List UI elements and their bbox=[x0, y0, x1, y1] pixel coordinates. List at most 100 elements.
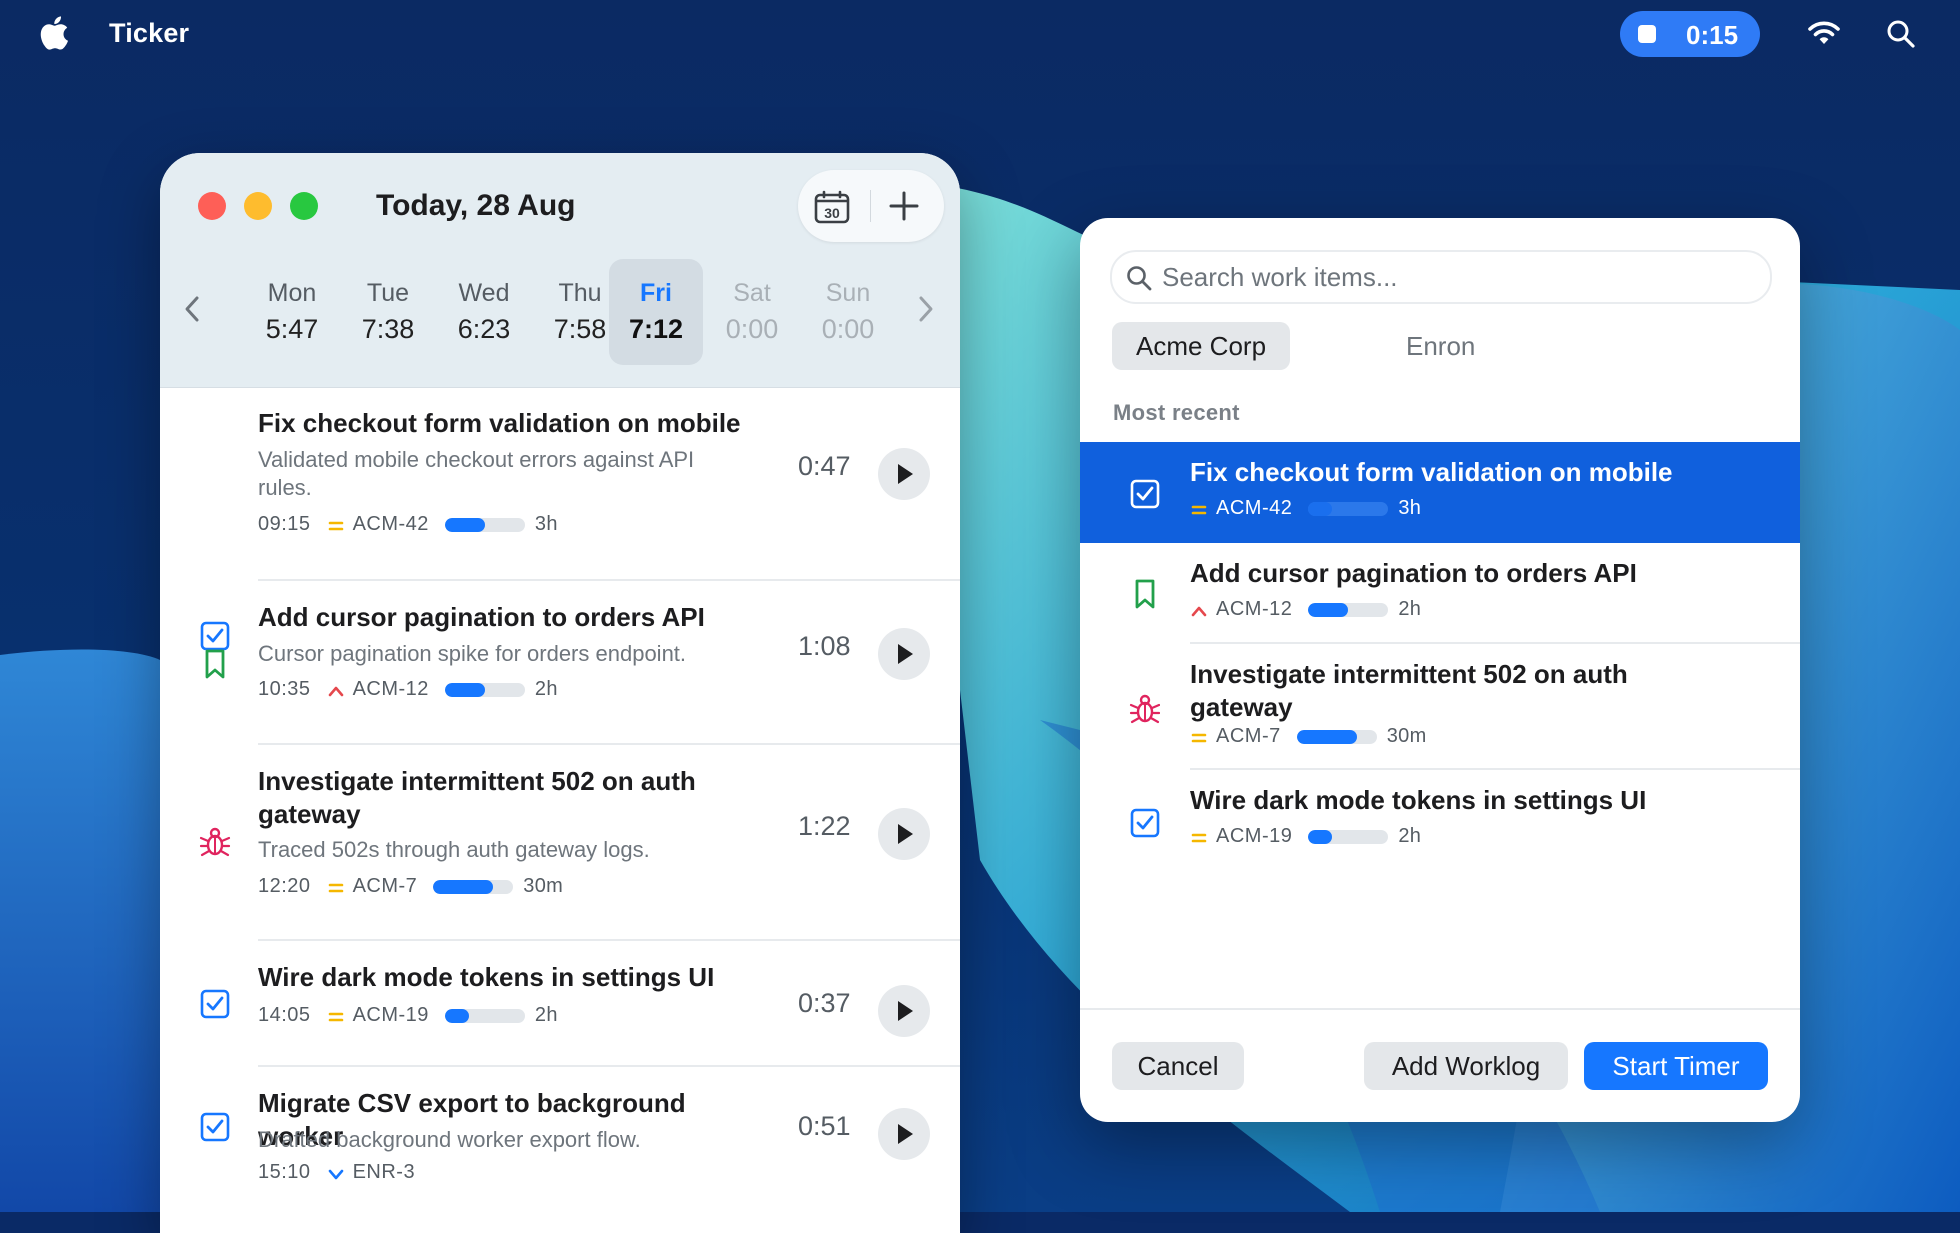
issue-key[interactable]: ACM-42 bbox=[353, 513, 429, 536]
start-timer-button[interactable]: Start Timer bbox=[1584, 1042, 1768, 1090]
day-name: Tue bbox=[366, 279, 410, 307]
zoom-window-button[interactable] bbox=[290, 192, 318, 220]
add-worklog-button[interactable]: Add Worklog bbox=[1364, 1042, 1568, 1090]
footer-divider bbox=[1080, 1008, 1800, 1010]
entry-start-time: 09:15 bbox=[258, 513, 311, 536]
apple-logo-icon[interactable] bbox=[36, 14, 70, 52]
worklog-entry[interactable]: Migrate CSV export to background worker … bbox=[160, 1067, 960, 1233]
search-field[interactable] bbox=[1110, 250, 1772, 304]
cancel-button[interactable]: Cancel bbox=[1112, 1042, 1244, 1090]
entry-duration: 1:22 bbox=[798, 811, 851, 841]
worklog-entry[interactable]: Fix checkout form validation on mobile V… bbox=[160, 387, 960, 651]
toolbar-divider bbox=[870, 190, 871, 222]
entry-meta: 10:35 ACM-12 2h bbox=[258, 678, 558, 704]
play-button[interactable] bbox=[878, 628, 930, 680]
search-icon bbox=[1127, 266, 1152, 291]
estimate-progress-fill bbox=[1296, 729, 1357, 744]
day-total: 0:00 bbox=[725, 314, 779, 344]
play-icon bbox=[898, 1124, 913, 1144]
issue-key: ACM-7 bbox=[1216, 725, 1281, 748]
close-window-button[interactable] bbox=[198, 192, 226, 220]
day-total: 5:47 bbox=[265, 314, 319, 344]
entry-meta: 09:15 ACM-42 3h bbox=[258, 513, 558, 539]
medium-priority-icon bbox=[1190, 501, 1208, 517]
work-item-meta: ACM-42 3h bbox=[1190, 497, 1421, 523]
high-priority-icon bbox=[1190, 602, 1208, 618]
entry-title: Fix checkout form validation on mobile bbox=[258, 408, 741, 438]
medium-priority-icon bbox=[327, 1008, 345, 1024]
customer-tab-acme-corp[interactable]: Acme Corp bbox=[1112, 322, 1291, 370]
previous-week-icon[interactable] bbox=[182, 293, 202, 325]
entry-start-time: 15:10 bbox=[258, 1161, 311, 1184]
calendar-icon[interactable]: 30 bbox=[814, 190, 850, 224]
work-item-meta: ACM-7 30m bbox=[1190, 725, 1427, 751]
day-view-window: Today, 28 Aug 30 Mon 5:47 Tue 7:38 Wed 6… bbox=[160, 153, 960, 1233]
task-checkbox-icon bbox=[200, 1112, 230, 1142]
entry-title: Investigate intermittent 502 on auth gat… bbox=[258, 766, 696, 829]
work-item-title: Fix checkout form validation on mobile bbox=[1190, 457, 1673, 487]
medium-priority-icon bbox=[327, 879, 345, 895]
work-item-title: Add cursor pagination to orders API bbox=[1190, 558, 1637, 588]
worklog-entry[interactable]: Wire dark mode tokens in settings UI 14:… bbox=[160, 941, 960, 1067]
app-name[interactable]: Ticker bbox=[109, 18, 189, 49]
menu-bar: Ticker 0:15 bbox=[0, 0, 1960, 68]
day-mon[interactable]: Mon 5:47 bbox=[245, 259, 339, 365]
task-checkbox-icon bbox=[1130, 808, 1160, 838]
issue-key: ACM-42 bbox=[1216, 497, 1293, 520]
estimate-progress-bar bbox=[1308, 501, 1389, 516]
entry-meta: 15:10 ENR-3 bbox=[258, 1161, 431, 1187]
work-item-title: Wire dark mode tokens in settings UI bbox=[1190, 785, 1647, 815]
spotlight-search-icon[interactable] bbox=[1886, 19, 1916, 49]
medium-priority-icon bbox=[1190, 829, 1208, 845]
work-item-row[interactable]: Investigate intermittent 502 on auth gat… bbox=[1080, 644, 1800, 770]
worklog-entry[interactable]: Add cursor pagination to orders API Curs… bbox=[160, 581, 960, 745]
section-label-most-recent: Most recent bbox=[1113, 400, 1240, 425]
task-checkbox-icon bbox=[1130, 479, 1160, 509]
day-sat[interactable]: Sat 0:00 bbox=[705, 259, 799, 365]
low-priority-icon bbox=[327, 1165, 345, 1181]
add-entry-icon[interactable] bbox=[886, 188, 922, 224]
estimate-progress-bar bbox=[1308, 829, 1389, 844]
work-item-row[interactable]: Fix checkout form validation on mobile A… bbox=[1080, 442, 1800, 543]
minimize-window-button[interactable] bbox=[244, 192, 272, 220]
wifi-icon[interactable] bbox=[1807, 18, 1841, 48]
entry-title: Add cursor pagination to orders API bbox=[258, 602, 705, 632]
day-wed[interactable]: Wed 6:23 bbox=[437, 259, 531, 365]
play-button[interactable] bbox=[878, 1108, 930, 1160]
estimate-progress-bar bbox=[1308, 602, 1389, 617]
issue-key[interactable]: ACM-19 bbox=[353, 1004, 429, 1027]
day-total: 7:38 bbox=[361, 314, 415, 344]
day-name: Sun bbox=[825, 279, 871, 307]
estimate-progress-fill bbox=[1308, 602, 1349, 617]
day-name: Fri bbox=[640, 279, 672, 307]
bug-icon bbox=[199, 827, 231, 857]
play-button[interactable] bbox=[878, 808, 930, 860]
day-sun[interactable]: Sun 0:00 bbox=[801, 259, 895, 365]
stop-icon[interactable] bbox=[1638, 25, 1656, 43]
running-timer-pill[interactable]: 0:15 bbox=[1620, 11, 1760, 57]
issue-key[interactable]: ACM-7 bbox=[353, 875, 418, 898]
next-week-icon[interactable] bbox=[916, 293, 936, 325]
play-icon bbox=[898, 824, 913, 844]
customer-tab-enron[interactable]: Enron bbox=[1382, 322, 1499, 370]
search-input[interactable] bbox=[1160, 258, 1754, 296]
day-fri[interactable]: Fri 7:12 bbox=[609, 259, 703, 365]
estimate-progress-bar bbox=[1296, 729, 1377, 744]
estimate-label: 3h bbox=[1398, 497, 1422, 520]
estimate-progress-bar bbox=[444, 1008, 525, 1023]
worklog-entry[interactable]: Investigate intermittent 502 on auth gat… bbox=[160, 745, 960, 941]
issue-key[interactable]: ACM-12 bbox=[353, 678, 429, 701]
day-tue[interactable]: Tue 7:38 bbox=[341, 259, 435, 365]
work-item-row[interactable]: Wire dark mode tokens in settings UI ACM… bbox=[1080, 770, 1800, 871]
estimate-progress-fill bbox=[1308, 501, 1333, 516]
entry-meta: 12:20 ACM-7 30m bbox=[258, 875, 563, 901]
issue-key[interactable]: ENR-3 bbox=[353, 1161, 416, 1184]
story-bookmark-icon bbox=[1135, 579, 1155, 609]
work-item-row[interactable]: Add cursor pagination to orders API ACM-… bbox=[1080, 543, 1800, 644]
estimate-progress-fill bbox=[444, 682, 485, 697]
play-button[interactable] bbox=[878, 448, 930, 500]
entry-description: Cursor pagination spike for orders endpo… bbox=[258, 641, 687, 666]
estimate-label: 30m bbox=[1386, 725, 1427, 748]
play-button[interactable] bbox=[878, 985, 930, 1037]
estimate-label: 2h bbox=[534, 1004, 558, 1027]
